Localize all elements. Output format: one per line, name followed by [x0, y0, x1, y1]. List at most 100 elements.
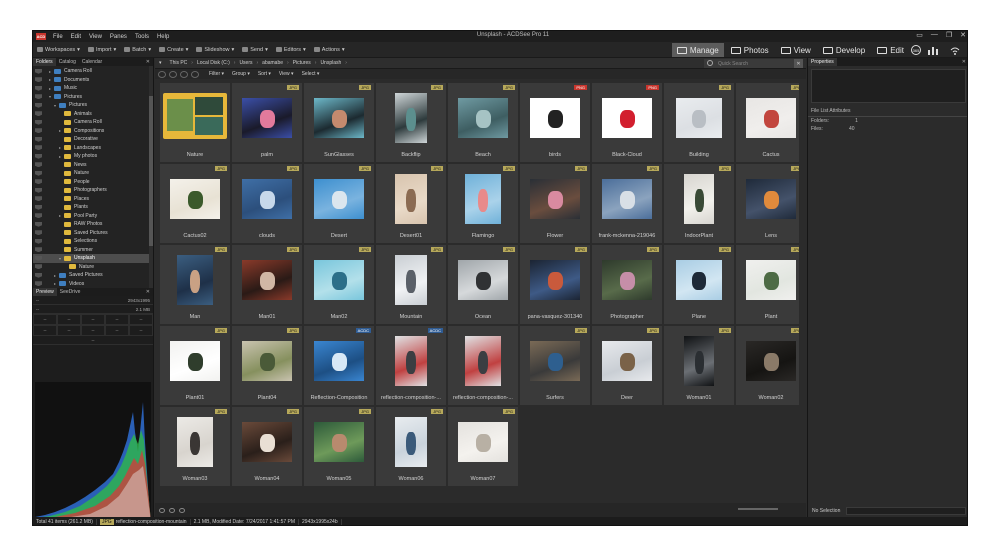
file-thumbnail[interactable]: JPG Building	[663, 82, 735, 163]
refresh-icon[interactable]	[179, 507, 185, 513]
breadcrumb-item[interactable]: abamabe	[258, 60, 287, 66]
mode-photos-button[interactable]: Photos	[726, 43, 774, 57]
file-thumbnail[interactable]: JPG SunGlasses	[303, 82, 375, 163]
file-thumbnail[interactable]: ACDC reflection-composition-...	[375, 325, 447, 406]
file-thumbnail[interactable]: JPG Woman06	[375, 406, 447, 487]
file-thumbnail[interactable]: JPG Mountain	[375, 244, 447, 325]
minimize-icon[interactable]: —	[931, 31, 938, 39]
tree-item[interactable]: Plants	[33, 203, 153, 212]
toolbar-workspaces-button[interactable]: Workspaces ▾	[33, 47, 84, 53]
quick-search-input[interactable]: Quick Search ✕	[704, 59, 803, 68]
zoom-slider[interactable]	[738, 508, 778, 510]
mode-develop-button[interactable]: Develop	[818, 43, 870, 57]
tree-item[interactable]: ▸ Documents	[33, 76, 153, 85]
menu-edit[interactable]: Edit	[67, 34, 85, 40]
breadcrumb-item[interactable]: This PC	[166, 60, 192, 66]
stats-icon[interactable]	[923, 43, 943, 57]
toolbar-batch-button[interactable]: Batch ▾	[120, 47, 155, 53]
filter-view-menu[interactable]: View ▾	[275, 71, 298, 77]
file-thumbnail[interactable]: PNG Black-Cloud	[591, 82, 663, 163]
file-thumbnail[interactable]: JPG Man01	[231, 244, 303, 325]
rotate-right-icon[interactable]	[169, 507, 175, 513]
file-thumbnail[interactable]: JPG Photographer	[591, 244, 663, 325]
tree-item[interactable]: Nature	[33, 169, 153, 178]
tree-item[interactable]: ▸ Videos	[33, 280, 153, 289]
file-thumbnail[interactable]: JPG Beach	[447, 82, 519, 163]
filter-filter-menu[interactable]: Filter ▾	[205, 71, 228, 77]
menu-view[interactable]: View	[85, 34, 106, 40]
tree-item[interactable]: ▸ Camera Roll	[33, 67, 153, 76]
tree-item[interactable]: People	[33, 178, 153, 187]
tree-item[interactable]: ▸ My photos	[33, 152, 153, 161]
tree-item[interactable]: ▾ Pictures	[33, 93, 153, 102]
file-thumbnail[interactable]: JPG Woman05	[303, 406, 375, 487]
file-thumbnail[interactable]: JPG Desert01	[375, 163, 447, 244]
maximize-icon[interactable]: ❐	[946, 31, 952, 39]
tab-seedrive[interactable]: SeeDrive	[57, 288, 84, 296]
forward-icon[interactable]	[180, 70, 188, 78]
tree-item[interactable]: RAW Photos	[33, 220, 153, 229]
file-thumbnail[interactable]: JPG Lens	[735, 163, 799, 244]
tree-scrollbar[interactable]	[149, 66, 153, 288]
tree-item[interactable]: Saved Pictures	[33, 229, 153, 238]
close-icon[interactable]: ✕	[960, 31, 966, 39]
tree-item[interactable]: ▾ Pictures	[33, 101, 153, 110]
file-thumbnail[interactable]: JPG palm	[231, 82, 303, 163]
tree-item[interactable]: ▸ Saved Pictures	[33, 271, 153, 280]
tab-folders[interactable]: Folders	[33, 58, 56, 66]
tree-item[interactable]: ▸ Pool Party	[33, 212, 153, 221]
tree-item[interactable]: ▸ Music	[33, 84, 153, 93]
file-thumbnail[interactable]: JPG Plane	[663, 244, 735, 325]
tab-preview[interactable]: Preview	[33, 288, 57, 296]
restore-icon[interactable]: ▭	[916, 31, 923, 39]
file-thumbnail[interactable]: JPG Desert	[303, 163, 375, 244]
file-thumbnail[interactable]: JPG Plant04	[231, 325, 303, 406]
file-thumbnail[interactable]: JPG Plant	[735, 244, 799, 325]
file-thumbnail[interactable]: JPG Woman04	[231, 406, 303, 487]
tree-item[interactable]: Places	[33, 195, 153, 204]
file-thumbnail[interactable]: JPG Surfers	[519, 325, 591, 406]
app-logo-icon[interactable]: ACD	[36, 33, 46, 40]
file-thumbnail[interactable]: JPG Man	[159, 244, 231, 325]
toolbar-slideshow-button[interactable]: Slideshow ▾	[192, 47, 238, 53]
tree-item[interactable]: Nature	[33, 263, 153, 272]
file-thumbnail[interactable]: JPG Woman02	[735, 325, 799, 406]
rotate-left-icon[interactable]	[159, 507, 165, 513]
grid-scrollbar[interactable]	[800, 82, 806, 512]
tree-item[interactable]: ▸ Compositions	[33, 127, 153, 136]
tree-item[interactable]: Photographers	[33, 186, 153, 195]
file-thumbnail[interactable]: JPG Backflip	[375, 82, 447, 163]
file-thumbnail[interactable]: JPG Ocean	[447, 244, 519, 325]
close-icon[interactable]: ✕	[143, 59, 153, 65]
file-thumbnail[interactable]: JPG Deer	[591, 325, 663, 406]
file-thumbnail[interactable]: PNG birds	[519, 82, 591, 163]
file-thumbnail[interactable]: JPG Flower	[519, 163, 591, 244]
file-thumbnail[interactable]: JPG Woman03	[159, 406, 231, 487]
breadcrumb-item[interactable]: Local Disk (C:)	[193, 60, 234, 66]
acdsee-365-icon[interactable]: 365	[911, 45, 921, 55]
file-thumbnail[interactable]: ACDC Reflection-Composition	[303, 325, 375, 406]
file-thumbnail[interactable]: Nature	[159, 82, 231, 163]
home-icon[interactable]	[158, 70, 166, 78]
tab-catalog[interactable]: Catalog	[56, 58, 79, 66]
file-thumbnail[interactable]: JPG Man02	[303, 244, 375, 325]
file-thumbnail[interactable]: JPG Flamingo	[447, 163, 519, 244]
tree-item[interactable]: Summer	[33, 246, 153, 255]
file-thumbnail[interactable]: JPG frank-mckenna-219046	[591, 163, 663, 244]
properties-title[interactable]: Properties	[808, 58, 837, 66]
tree-item[interactable]: Animals	[33, 110, 153, 119]
tree-item[interactable]: ▾ Unsplash	[33, 254, 153, 263]
menu-help[interactable]: Help	[153, 34, 173, 40]
tree-item[interactable]: Camera Roll	[33, 118, 153, 127]
file-thumbnail[interactable]: reflection-composition-...	[447, 325, 519, 406]
menu-file[interactable]: File	[49, 34, 67, 40]
tree-item[interactable]: Decorative	[33, 135, 153, 144]
breadcrumb-item[interactable]: Unsplash	[316, 60, 345, 66]
toolbar-editors-button[interactable]: Editors ▾	[272, 47, 310, 53]
toolbar-create-button[interactable]: Create ▾	[155, 47, 192, 53]
toolbar-actions-button[interactable]: Actions ▾	[310, 47, 349, 53]
close-icon[interactable]: ✕	[959, 59, 967, 65]
breadcrumb-item[interactable]: Users	[235, 60, 256, 66]
file-thumbnail[interactable]: JPG Woman01	[663, 325, 735, 406]
toolbar-send-button[interactable]: Send ▾	[238, 47, 272, 53]
